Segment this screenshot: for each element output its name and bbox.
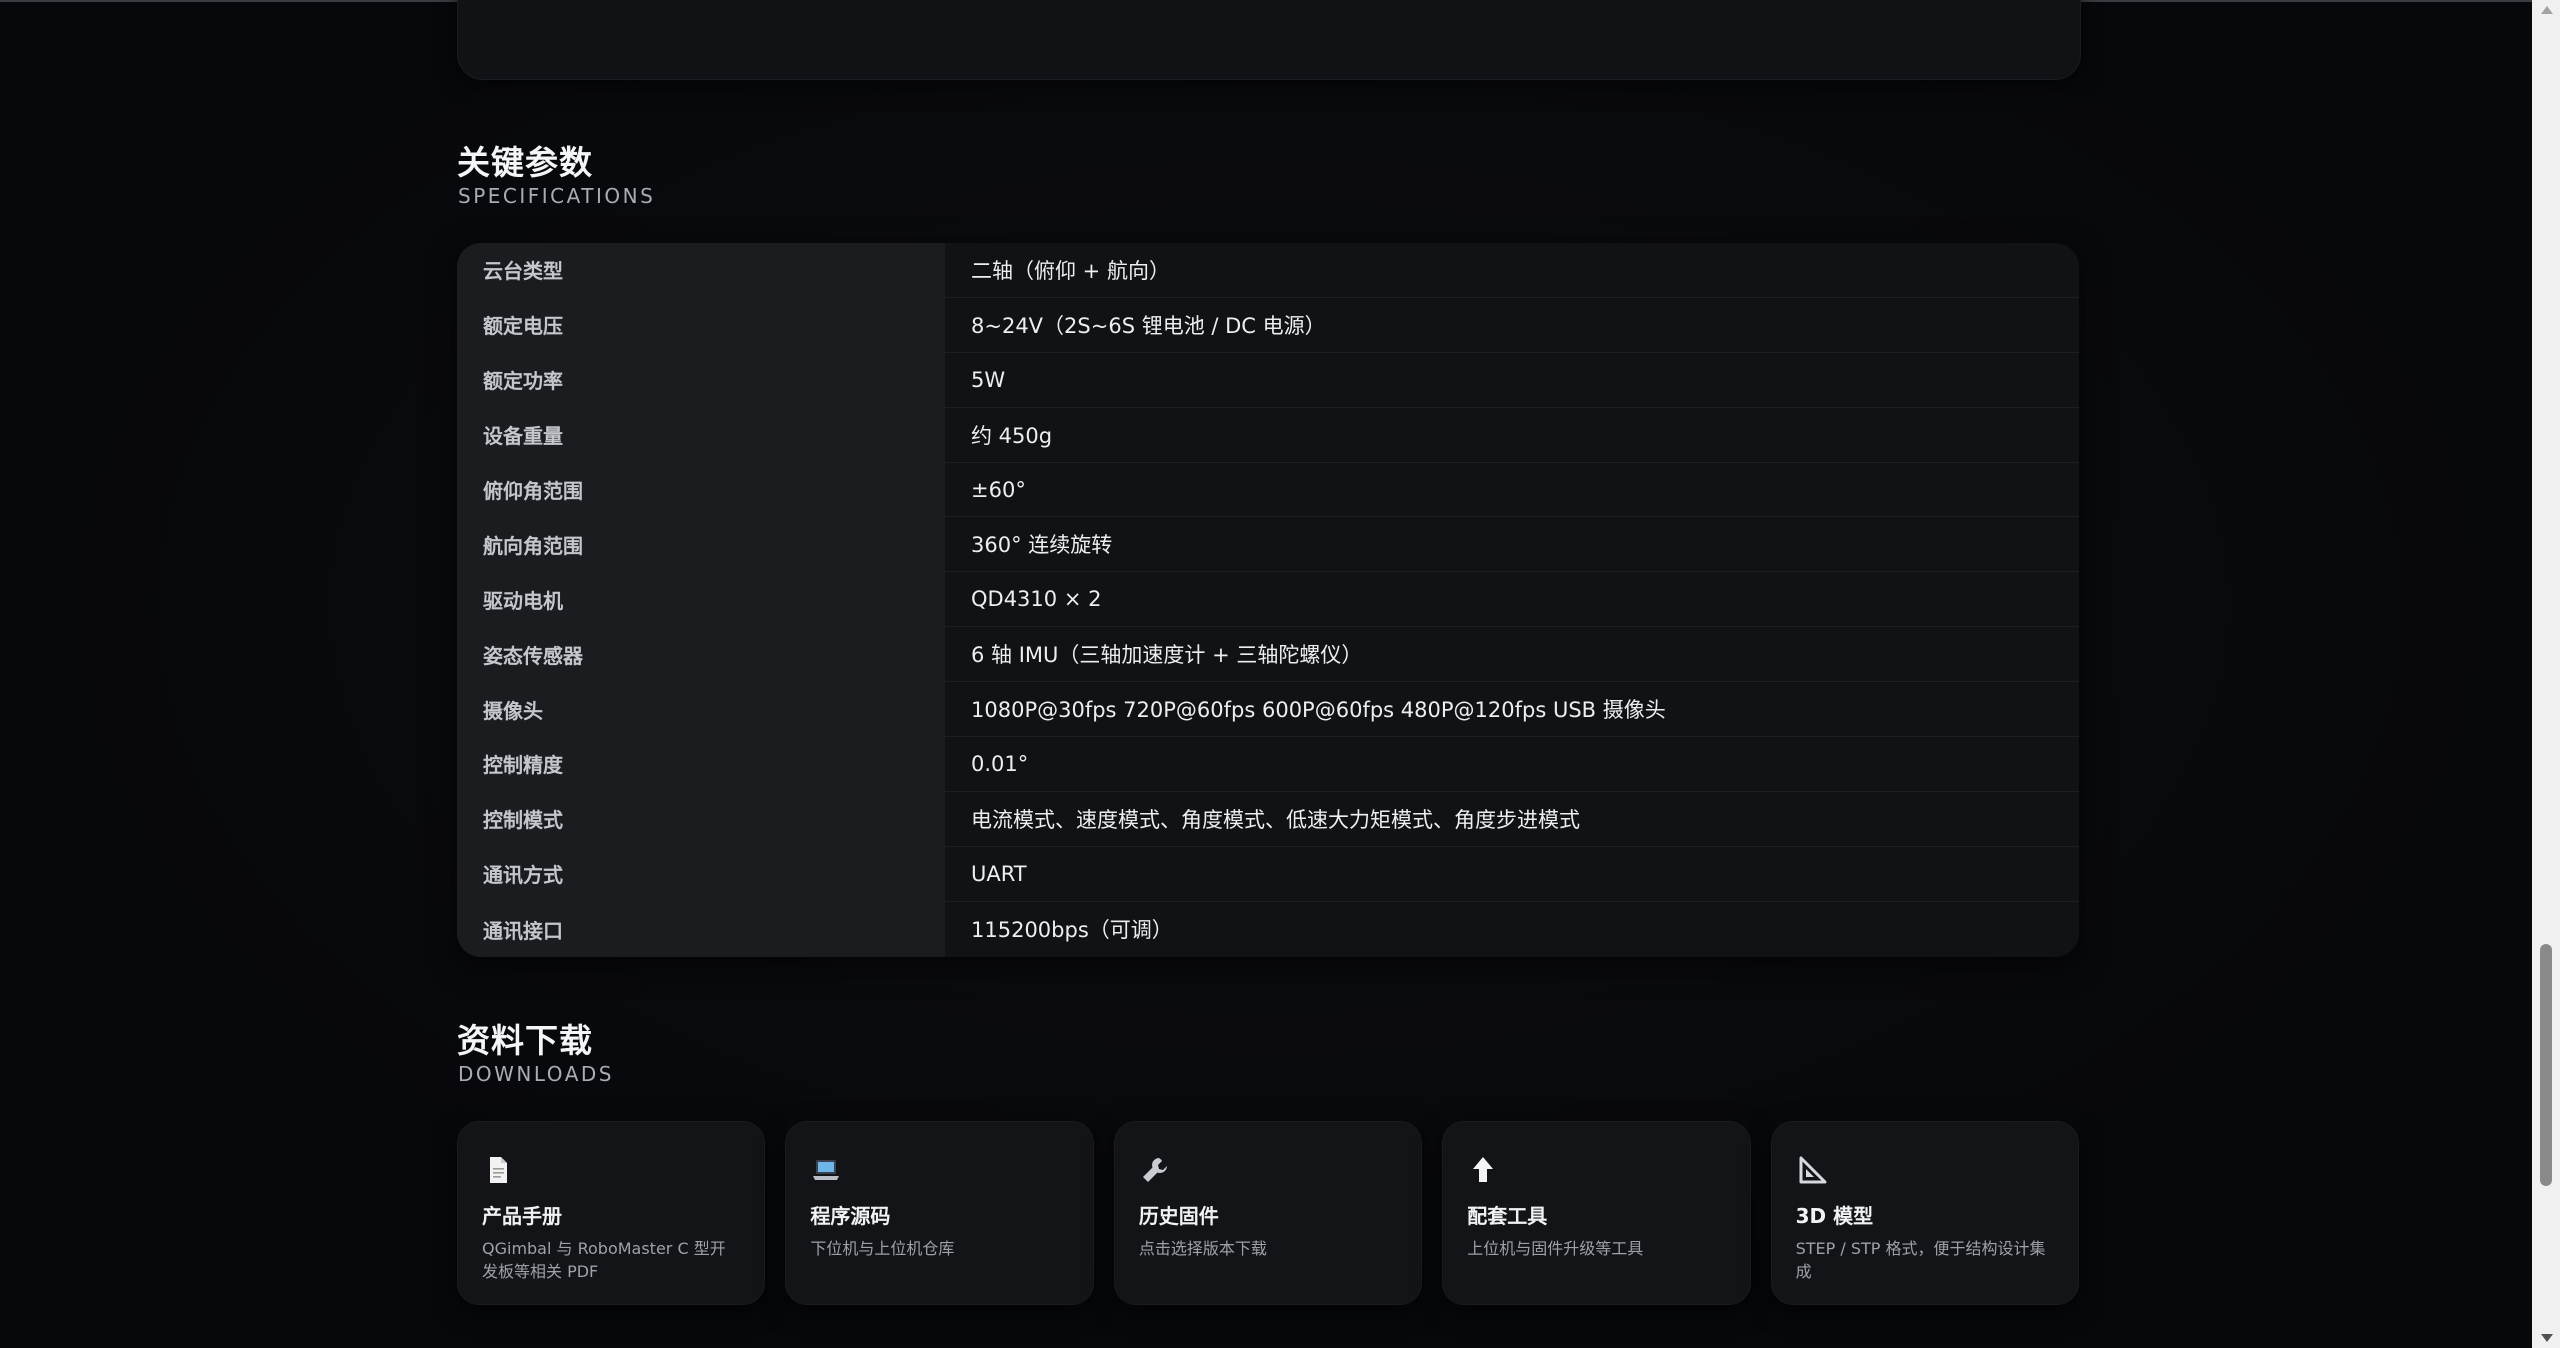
- spec-row: 额定功率 5W: [457, 352, 2079, 408]
- download-card-manual[interactable]: 产品手册 QGimbal 与 RoboMaster C 型开发板等相关 PDF: [457, 1121, 766, 1305]
- specs-title: 关键参数: [457, 143, 593, 182]
- spec-value: 1080P@30fps 720P@60fps 600P@60fps 480P@1…: [945, 682, 2079, 737]
- spec-key: 摄像头: [457, 682, 945, 737]
- download-card-desc: 点击选择版本下载: [1138, 1239, 1267, 1258]
- spec-key: 通讯方式: [457, 846, 945, 901]
- spec-key: 额定功率: [457, 352, 945, 407]
- downloads-subtitle: DOWNLOADS: [458, 1062, 614, 1086]
- spec-value: 115200bps（可调）: [945, 901, 2079, 957]
- spec-value: UART: [945, 846, 2079, 901]
- spec-value: 0.01°: [945, 737, 2079, 791]
- download-card-source[interactable]: 程序源码 下位机与上位机仓库: [785, 1121, 1094, 1305]
- spec-key: 通讯接口: [457, 901, 945, 957]
- spec-value: 电流模式、速度模式、角度模式、低速大力矩模式、角度步进模式: [945, 791, 2079, 846]
- download-card-title: 配套工具: [1467, 1204, 1548, 1228]
- vertical-scrollbar[interactable]: [2532, 0, 2560, 1348]
- download-card-3d-model[interactable]: 3D 模型 STEP / STP 格式，便于结构设计集成: [1770, 1121, 2080, 1305]
- spec-row: 俯仰角范围 ±60°: [457, 462, 2079, 518]
- download-card-title: 程序源码: [810, 1204, 891, 1228]
- downloads-title: 资料下载: [457, 1021, 593, 1060]
- download-card-desc: STEP / STP 格式，便于结构设计集成: [1795, 1239, 2046, 1281]
- spec-value: 360° 连续旋转: [945, 517, 2079, 572]
- spec-key: 俯仰角范围: [457, 462, 945, 517]
- scrollbar-thumb[interactable]: [2540, 944, 2552, 1186]
- laptop-icon: [813, 1160, 840, 1180]
- spec-row: 通讯接口 115200bps（可调）: [457, 901, 2079, 957]
- spec-row: 设备重量 约 450g: [457, 407, 2079, 463]
- previous-section-card: [457, 0, 2081, 80]
- triangle-ruler-icon: [1799, 1156, 1827, 1184]
- spec-row: 摄像头 1080P@30fps 720P@60fps 600P@60fps 48…: [457, 682, 2079, 738]
- spec-value: QD4310 × 2: [945, 572, 2079, 627]
- spec-row: 控制模式 电流模式、速度模式、角度模式、低速大力矩模式、角度步进模式: [457, 791, 2079, 847]
- spec-value: 6 轴 IMU（三轴加速度计 + 三轴陀螺仪）: [945, 627, 2079, 682]
- spec-row: 额定电压 8~24V（2S~6S 锂电池 / DC 电源）: [457, 297, 2079, 353]
- download-card-title: 历史固件: [1138, 1204, 1219, 1228]
- scroll-up-arrow-icon[interactable]: [2541, 6, 2553, 14]
- page: 关键参数 SPECIFICATIONS 云台类型 二轴（俯仰 + 航向） 额定电…: [0, 0, 2560, 1348]
- spec-row: 控制精度 0.01°: [457, 737, 2079, 792]
- spec-value: ±60°: [945, 462, 2079, 517]
- wrench-icon: [1142, 1158, 1167, 1182]
- spec-key: 控制精度: [457, 737, 945, 791]
- scroll-down-arrow-icon[interactable]: [2541, 1334, 2553, 1342]
- spec-key: 驱动电机: [457, 572, 945, 627]
- spec-key: 额定电压: [457, 297, 945, 352]
- spec-key: 云台类型: [457, 243, 945, 297]
- document-icon: [490, 1157, 507, 1183]
- specs-table: 云台类型 二轴（俯仰 + 航向） 额定电压 8~24V（2S~6S 锂电池 / …: [457, 243, 2079, 957]
- spec-key: 控制模式: [457, 791, 945, 846]
- spec-value: 8~24V（2S~6S 锂电池 / DC 电源）: [945, 297, 2079, 352]
- download-card-title: 3D 模型: [1795, 1204, 1874, 1228]
- spec-row: 通讯方式 UART: [457, 846, 2079, 902]
- download-card-title: 产品手册: [482, 1204, 562, 1228]
- spec-value: 约 450g: [945, 407, 2079, 462]
- download-card-desc: 下位机与上位机仓库: [810, 1239, 955, 1258]
- spec-row: 驱动电机 QD4310 × 2: [457, 572, 2079, 628]
- spec-key: 航向角范围: [457, 517, 945, 572]
- download-card-tools[interactable]: 配套工具 上位机与固件升级等工具: [1442, 1121, 1751, 1305]
- spec-key: 姿态传感器: [457, 627, 945, 682]
- download-card-desc: QGimbal 与 RoboMaster C 型开发板等相关 PDF: [482, 1239, 726, 1281]
- download-card-firmware[interactable]: 历史固件 点击选择版本下载: [1113, 1121, 1423, 1305]
- downloads-grid: 产品手册 QGimbal 与 RoboMaster C 型开发板等相关 PDF …: [457, 1121, 2080, 1305]
- specs-subtitle: SPECIFICATIONS: [458, 184, 656, 208]
- upload-arrow-icon: [1473, 1157, 1494, 1182]
- spec-row: 姿态传感器 6 轴 IMU（三轴加速度计 + 三轴陀螺仪）: [457, 627, 2079, 683]
- spec-value: 5W: [945, 352, 2079, 407]
- spec-value: 二轴（俯仰 + 航向）: [945, 243, 2079, 297]
- spec-row: 航向角范围 360° 连续旋转: [457, 517, 2079, 573]
- spec-key: 设备重量: [457, 407, 945, 462]
- spec-row: 云台类型 二轴（俯仰 + 航向）: [457, 243, 2079, 298]
- download-card-desc: 上位机与固件升级等工具: [1467, 1239, 1644, 1258]
